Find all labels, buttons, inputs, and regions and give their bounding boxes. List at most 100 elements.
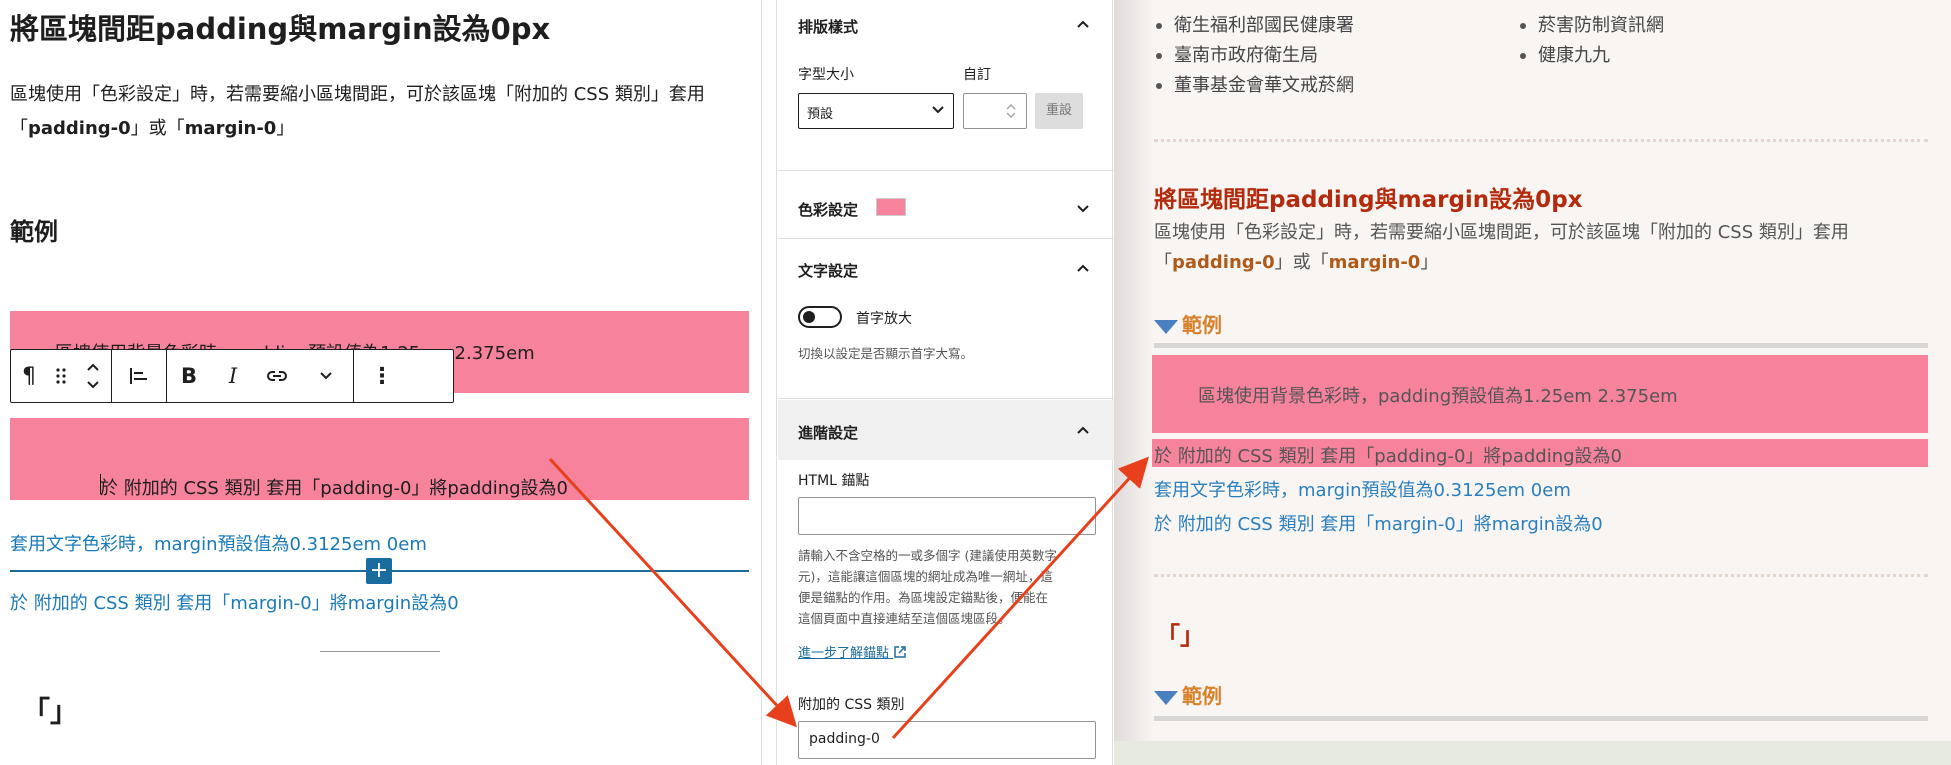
editor-paragraph-text-mid: 」或「 bbox=[130, 118, 185, 139]
editor-link-margin-zero[interactable]: 於 附加的 CSS 類別 套用「margin-0」將margin設為0 bbox=[10, 589, 459, 615]
link-icon[interactable] bbox=[255, 350, 299, 402]
html-anchor-input[interactable] bbox=[798, 497, 1096, 535]
html-anchor-hint-1: 請輸入不含空格的一或多個字 (建議使用英數字 bbox=[798, 548, 1057, 563]
preview-paragraph: 區塊使用「色彩設定」時，若需要縮小區塊間距，可於該區塊「附加的 CSS 類別」套… bbox=[1154, 218, 1914, 278]
color-swatch[interactable] bbox=[876, 198, 906, 216]
editor-example-heading[interactable]: 範例 bbox=[10, 212, 58, 247]
preview-example-heading-text: 範例 bbox=[1182, 313, 1222, 337]
editor-code-margin: margin-0 bbox=[184, 118, 277, 139]
chevron-up-icon[interactable] bbox=[1076, 17, 1090, 31]
editor-paragraph-text-end: 」 bbox=[276, 118, 295, 139]
list-item[interactable]: 健康九九 bbox=[1518, 41, 1664, 71]
drop-cap-hint: 切換以設定是否顯示首字大寫。 bbox=[798, 346, 974, 361]
add-block-button[interactable]: + bbox=[366, 558, 392, 584]
font-size-reset-button[interactable]: 重設 bbox=[1035, 93, 1083, 129]
paragraph-block-icon[interactable]: ¶ bbox=[11, 350, 47, 402]
preview-pink-block-1: 區塊使用背景色彩時，padding預設值為1.25em 2.375em bbox=[1152, 355, 1928, 433]
font-size-label: 字型大小 bbox=[798, 67, 854, 83]
triangle-down-icon bbox=[1154, 319, 1178, 334]
text-caret bbox=[100, 474, 101, 494]
preview-heading: 將區塊間距padding與margin設為0px bbox=[1154, 187, 1583, 213]
heading-underline-bar bbox=[1154, 716, 1928, 721]
css-class-label: 附加的 CSS 類別 bbox=[798, 697, 905, 713]
dotted-separator bbox=[1154, 574, 1928, 577]
preview-code-margin: margin-0 bbox=[1328, 252, 1421, 273]
preview-link-margin-default[interactable]: 套用文字色彩時，margin預設值為0.3125em 0em bbox=[1154, 476, 1571, 502]
preview-example-heading: 範例 bbox=[1154, 309, 1222, 338]
bold-button[interactable]: B bbox=[167, 350, 211, 402]
html-anchor-hint-3: 便是錨點的作用。為區塊設定錨點後，便能在 bbox=[798, 590, 1049, 605]
resource-list-left: 衛生福利部國民健康署 臺南市政府衛生局 董事基金會華文戒菸網 bbox=[1154, 11, 1354, 101]
block-options-icon[interactable]: ⋮ bbox=[354, 350, 410, 402]
external-link-icon bbox=[894, 646, 906, 658]
list-item[interactable]: 臺南市政府衛生局 bbox=[1154, 41, 1354, 71]
editor-quote-heading[interactable]: 「」 bbox=[22, 690, 78, 730]
number-spinner-icon[interactable] bbox=[1004, 102, 1018, 120]
sidebar-gutter bbox=[762, 0, 777, 765]
preview-example-heading-2-text: 範例 bbox=[1182, 684, 1222, 708]
toolbar-group-options: ⋮ bbox=[354, 350, 410, 402]
more-formats-chevron-icon[interactable] bbox=[299, 350, 353, 402]
preview-quote-heading: 「」 bbox=[1156, 622, 1204, 650]
heading-underline-bar bbox=[1154, 343, 1928, 348]
editor-pink-block-2-label: 於 附加的 CSS 類別 套用「padding-0」將padding設為0 bbox=[100, 478, 568, 499]
preview-pink-block-2-text: 於 附加的 CSS 類別 套用「padding-0」將padding設為0 bbox=[1154, 446, 1622, 467]
toolbar-group-format: B I bbox=[167, 350, 354, 402]
html-anchor-hint-4: 這個頁面中直接連結至這個區塊區段。 bbox=[798, 611, 1011, 626]
panel-divider bbox=[778, 238, 1114, 239]
block-toolbar: ¶ B I ⋮ bbox=[10, 349, 454, 403]
chevron-up-icon[interactable] bbox=[1076, 261, 1090, 275]
text-settings-panel-title[interactable]: 文字設定 bbox=[798, 260, 858, 281]
css-class-input[interactable]: padding-0 bbox=[798, 721, 1096, 759]
editor-code-padding: padding-0 bbox=[28, 118, 131, 139]
preview-code-padding: padding-0 bbox=[1172, 252, 1275, 273]
drop-cap-toggle[interactable] bbox=[798, 306, 842, 328]
preview-link-margin-zero[interactable]: 於 附加的 CSS 類別 套用「margin-0」將margin設為0 bbox=[1154, 510, 1603, 536]
dotted-separator bbox=[1154, 139, 1928, 142]
italic-button[interactable]: I bbox=[211, 350, 255, 402]
editor-heading[interactable]: 將區塊間距padding與margin設為0px bbox=[10, 6, 550, 48]
editor-link-margin-default[interactable]: 套用文字色彩時，margin預設值為0.3125em 0em bbox=[10, 530, 427, 556]
preview-paragraph-text-end: 」 bbox=[1420, 252, 1439, 273]
font-size-select[interactable]: 預設 bbox=[798, 93, 954, 129]
panel-divider bbox=[778, 398, 1114, 399]
block-settings-sidebar: 排版樣式 字型大小 自訂 預設 重設 色彩設定 文字設定 首字放大 切換以設定是… bbox=[761, 0, 1114, 765]
learn-more-anchor-text: 進一步了解錨點 bbox=[798, 646, 890, 661]
html-anchor-label: HTML 錨點 bbox=[798, 473, 870, 489]
resource-list-right: 菸害防制資訊網 健康九九 bbox=[1518, 11, 1664, 71]
css-class-input-value: padding-0 bbox=[809, 731, 880, 747]
chevron-down-icon[interactable] bbox=[1076, 202, 1090, 216]
list-item[interactable]: 董事基金會華文戒菸網 bbox=[1154, 71, 1354, 101]
editor-pink-block-2-selected[interactable]: 於 附加的 CSS 類別 套用「padding-0」將padding設為0 bbox=[10, 418, 749, 500]
frontend-preview: 衛生福利部國民健康署 臺南市政府衛生局 董事基金會華文戒菸網 菸害防制資訊網 健… bbox=[1114, 0, 1951, 765]
editor-paragraph[interactable]: 區塊使用「色彩設定」時，若需要縮小區塊間距，可於該區塊「附加的 CSS 類別」套… bbox=[10, 78, 750, 146]
separator-block[interactable] bbox=[320, 651, 440, 652]
chevron-down-icon bbox=[932, 106, 944, 114]
list-item[interactable]: 衛生福利部國民健康署 bbox=[1154, 11, 1354, 41]
triangle-down-icon bbox=[1154, 690, 1178, 705]
screenshot-root: 將區塊間距padding與margin設為0px 區塊使用「色彩設定」時，若需要… bbox=[0, 0, 1951, 765]
chevron-up-icon[interactable] bbox=[1076, 423, 1090, 437]
custom-font-size-input[interactable] bbox=[963, 93, 1027, 129]
panel-divider bbox=[778, 170, 1114, 171]
preview-edge-shadow bbox=[1114, 0, 1154, 765]
toolbar-group-align bbox=[112, 350, 167, 402]
toolbar-group-block: ¶ bbox=[11, 350, 112, 402]
align-left-icon[interactable] bbox=[112, 350, 166, 402]
drop-cap-label: 首字放大 bbox=[856, 311, 912, 327]
drag-handle-icon[interactable] bbox=[47, 350, 75, 402]
learn-more-anchor-link[interactable]: 進一步了解錨點 bbox=[798, 642, 907, 661]
typography-panel-title[interactable]: 排版樣式 bbox=[798, 16, 858, 37]
html-anchor-hint-2: 元)，這能讓這個區塊的網址成為唯一網址，這 bbox=[798, 569, 1053, 584]
preview-pink-block-1-text: 區塊使用背景色彩時，padding預設值為1.25em 2.375em bbox=[1198, 386, 1678, 407]
block-editor-canvas: 將區塊間距padding與margin設為0px 區塊使用「色彩設定」時，若需要… bbox=[0, 0, 760, 765]
color-panel-title[interactable]: 色彩設定 bbox=[798, 199, 858, 220]
list-item[interactable]: 菸害防制資訊網 bbox=[1518, 11, 1664, 41]
advanced-panel-title[interactable]: 進階設定 bbox=[798, 422, 858, 443]
preview-example-heading-2: 範例 bbox=[1154, 680, 1222, 709]
preview-paragraph-text-mid: 」或「 bbox=[1274, 252, 1329, 273]
preview-pink-block-2: 於 附加的 CSS 類別 套用「padding-0」將padding設為0 bbox=[1152, 439, 1928, 467]
font-size-select-value: 預設 bbox=[807, 107, 834, 122]
move-up-down-icon[interactable] bbox=[75, 350, 111, 402]
custom-size-label: 自訂 bbox=[963, 67, 991, 83]
